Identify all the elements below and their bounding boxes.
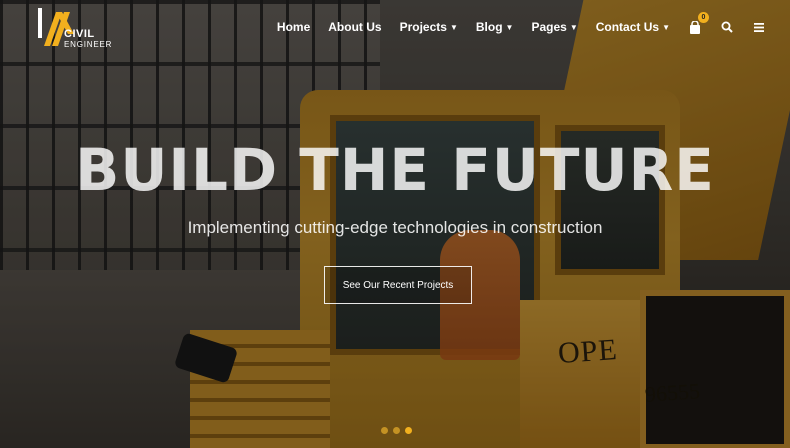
top-navbar: CIVIL ENGINEER Home About Us Projects ▼ …	[0, 0, 790, 58]
nav-item-label: Pages	[531, 20, 567, 34]
search-icon	[721, 21, 733, 33]
search-button[interactable]	[720, 18, 734, 36]
nav-item-contact-us[interactable]: Contact Us ▼	[596, 20, 670, 34]
brand-line-1: CIVIL	[64, 28, 95, 40]
menu-button[interactable]	[752, 18, 766, 36]
nav-item-label: Home	[276, 20, 311, 34]
slider-dot-1[interactable]	[381, 427, 388, 434]
nav-item-home[interactable]: Home	[277, 20, 310, 34]
slider-dots	[381, 427, 417, 434]
nav-item-projects[interactable]: Projects ▼	[400, 20, 458, 34]
nav-item-label: Blog	[475, 20, 503, 34]
main-menu: Home About Us Projects ▼ Blog ▼ Pages ▼ …	[259, 12, 766, 36]
cart-count-badge: 0	[698, 12, 709, 23]
caret-down-icon: ▼	[505, 22, 514, 32]
caret-down-icon: ▼	[449, 22, 458, 32]
nav-item-about-us[interactable]: About Us	[328, 20, 381, 34]
caret-down-icon: ▼	[662, 22, 670, 32]
cart-icon	[690, 20, 700, 34]
slider-dot-2[interactable]	[393, 427, 400, 434]
brand-line-2: ENGINEER	[64, 40, 113, 49]
nav-item-label: About Us	[328, 20, 382, 34]
hero-title: BUILD THE FUTURE	[75, 136, 715, 204]
hero-slider: OPE 96555 BUILD THE FUTURE Implementing …	[0, 0, 790, 448]
nav-item-label: Contact Us	[595, 20, 660, 34]
brand-logo[interactable]: CIVIL ENGINEER	[34, 8, 111, 52]
slider-dot-3[interactable]	[405, 427, 412, 434]
cart-button[interactable]: 0	[688, 12, 709, 36]
nav-item-blog[interactable]: Blog ▼	[476, 20, 514, 34]
see-recent-projects-button[interactable]: See Our Recent Projects	[324, 266, 472, 304]
menu-icon	[754, 22, 764, 32]
caret-down-icon: ▼	[569, 22, 578, 32]
nav-item-pages[interactable]: Pages ▼	[531, 20, 577, 34]
hero-subtitle: Implementing cutting-edge technologies i…	[187, 218, 603, 237]
nav-item-label: Projects	[399, 20, 447, 34]
